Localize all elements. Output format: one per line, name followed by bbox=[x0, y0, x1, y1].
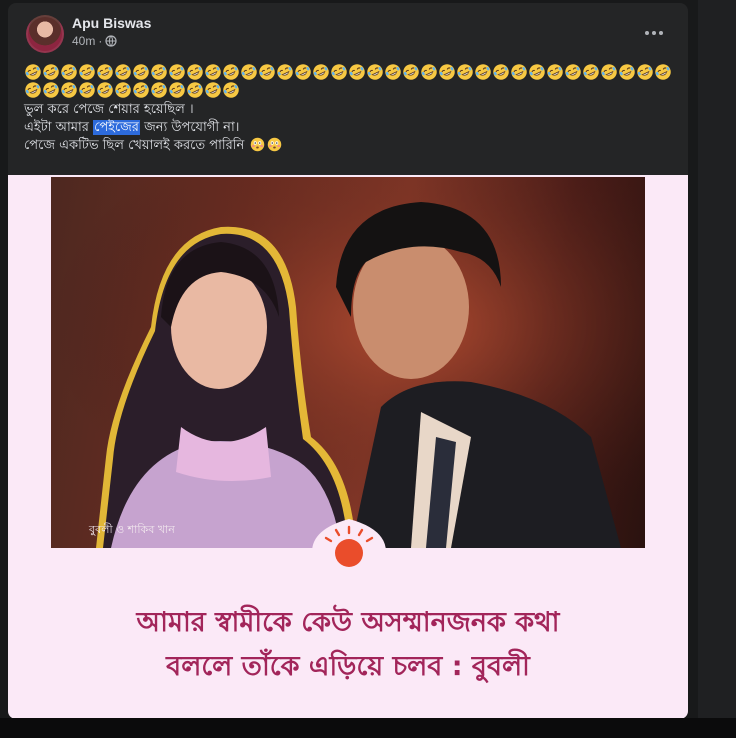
rolling-on-floor-laughing-emoji-icon bbox=[168, 81, 186, 99]
headline-line: বললে তাঁকে এড়িয়ে চলব : বুবলী bbox=[166, 651, 530, 682]
rolling-on-floor-laughing-emoji-icon bbox=[528, 63, 546, 81]
rolling-on-floor-laughing-emoji-icon bbox=[240, 63, 258, 81]
rolling-on-floor-laughing-emoji-icon bbox=[294, 63, 312, 81]
photo-illustration bbox=[51, 177, 645, 548]
post-time[interactable]: 40m bbox=[72, 34, 95, 48]
rolling-on-floor-laughing-emoji-icon bbox=[204, 63, 222, 81]
rolling-on-floor-laughing-emoji-icon bbox=[510, 63, 528, 81]
headline: আমার স্বামীকে কেউ অসম্মানজনক কথা বললে তা… bbox=[8, 601, 688, 689]
rolling-on-floor-laughing-emoji-icon bbox=[564, 63, 582, 81]
rolling-on-floor-laughing-emoji-icon bbox=[132, 63, 150, 81]
post-text: ভুল করে পেজে শেয়ার হয়েছিল । এইটা আমার … bbox=[24, 101, 664, 155]
globe-icon[interactable] bbox=[105, 35, 117, 47]
rolling-on-floor-laughing-emoji-icon bbox=[420, 63, 438, 81]
more-dots-icon bbox=[645, 31, 649, 35]
highlighted-word: পেইজের bbox=[93, 120, 140, 135]
rolling-on-floor-laughing-emoji-icon bbox=[42, 63, 60, 81]
author-name[interactable]: Apu Biswas bbox=[72, 15, 151, 31]
rolling-on-floor-laughing-emoji-icon bbox=[348, 63, 366, 81]
rolling-on-floor-laughing-emoji-icon bbox=[78, 63, 96, 81]
bottom-bar bbox=[0, 718, 736, 738]
rolling-on-floor-laughing-emoji-icon bbox=[222, 63, 240, 81]
right-side-panel bbox=[698, 0, 736, 738]
rolling-on-floor-laughing-emoji-icon bbox=[330, 63, 348, 81]
rolling-on-floor-laughing-emoji-icon bbox=[186, 63, 204, 81]
rolling-on-floor-laughing-emoji-icon bbox=[312, 63, 330, 81]
rolling-on-floor-laughing-emoji-icon bbox=[186, 81, 204, 99]
rolling-on-floor-laughing-emoji-icon bbox=[654, 63, 672, 81]
rolling-on-floor-laughing-emoji-icon bbox=[168, 63, 186, 81]
rolling-on-floor-laughing-emoji-icon bbox=[474, 63, 492, 81]
rolling-on-floor-laughing-emoji-icon bbox=[258, 63, 276, 81]
post-text-line: এইটা আমার পেইজের জন্য উপযোগী না। bbox=[24, 120, 240, 135]
rolling-on-floor-laughing-emoji-icon bbox=[366, 63, 384, 81]
rolling-on-floor-laughing-emoji-icon bbox=[222, 81, 240, 99]
post-text-line: ভুল করে পেজে শেয়ার হয়েছিল । bbox=[24, 102, 194, 117]
rolling-on-floor-laughing-emoji-icon bbox=[618, 63, 636, 81]
more-options-button[interactable] bbox=[636, 21, 672, 45]
emoji-row bbox=[24, 81, 684, 99]
news-photo: বুবলী ও শাকিব খান bbox=[51, 177, 645, 548]
rolling-on-floor-laughing-emoji-icon bbox=[636, 63, 654, 81]
rolling-on-floor-laughing-emoji-icon bbox=[114, 63, 132, 81]
rolling-on-floor-laughing-emoji-icon bbox=[456, 63, 474, 81]
rolling-on-floor-laughing-emoji-icon bbox=[60, 81, 78, 99]
post-card: Apu Biswas 40m · ভুল করে পেজে শেয়ার হয়… bbox=[8, 3, 688, 719]
rolling-on-floor-laughing-emoji-icon bbox=[582, 63, 600, 81]
rolling-on-floor-laughing-emoji-icon bbox=[78, 81, 96, 99]
meta-separator: · bbox=[98, 34, 103, 48]
rolling-on-floor-laughing-emoji-icon bbox=[132, 81, 150, 99]
photo-caption: বুবলী ও শাকিব খান bbox=[89, 523, 175, 536]
flushed-emoji-icon bbox=[250, 137, 265, 152]
rolling-on-floor-laughing-emoji-icon bbox=[96, 81, 114, 99]
rolling-on-floor-laughing-emoji-icon bbox=[438, 63, 456, 81]
rolling-on-floor-laughing-emoji-icon bbox=[60, 63, 78, 81]
rolling-on-floor-laughing-emoji-icon bbox=[492, 63, 510, 81]
rolling-on-floor-laughing-emoji-icon bbox=[402, 63, 420, 81]
rolling-on-floor-laughing-emoji-icon bbox=[24, 63, 42, 81]
avatar[interactable] bbox=[26, 15, 64, 53]
headline-line: আমার স্বামীকে কেউ অসম্মানজনক কথা bbox=[136, 607, 560, 638]
emoji-row bbox=[24, 63, 684, 81]
rolling-on-floor-laughing-emoji-icon bbox=[42, 81, 60, 99]
rolling-on-floor-laughing-emoji-icon bbox=[546, 63, 564, 81]
post-meta: 40m · bbox=[72, 34, 117, 48]
rolling-on-floor-laughing-emoji-icon bbox=[96, 63, 114, 81]
rolling-on-floor-laughing-emoji-icon bbox=[204, 81, 222, 99]
rolling-on-floor-laughing-emoji-icon bbox=[384, 63, 402, 81]
shared-image[interactable]: বুবলী ও শাকিব খান আমার স্বামীকে কেউ অসম্… bbox=[8, 175, 688, 719]
sun-logo-icon bbox=[312, 517, 386, 577]
rolling-on-floor-laughing-emoji-icon bbox=[150, 63, 168, 81]
flushed-emoji-icon bbox=[267, 137, 282, 152]
rolling-on-floor-laughing-emoji-icon bbox=[114, 81, 132, 99]
post-text-line: পেজে একটিভ ছিল খেয়ালই করতে পারিনি bbox=[24, 137, 664, 155]
rolling-on-floor-laughing-emoji-icon bbox=[600, 63, 618, 81]
rolling-on-floor-laughing-emoji-icon bbox=[24, 81, 42, 99]
rolling-on-floor-laughing-emoji-icon bbox=[276, 63, 294, 81]
rolling-on-floor-laughing-emoji-icon bbox=[150, 81, 168, 99]
